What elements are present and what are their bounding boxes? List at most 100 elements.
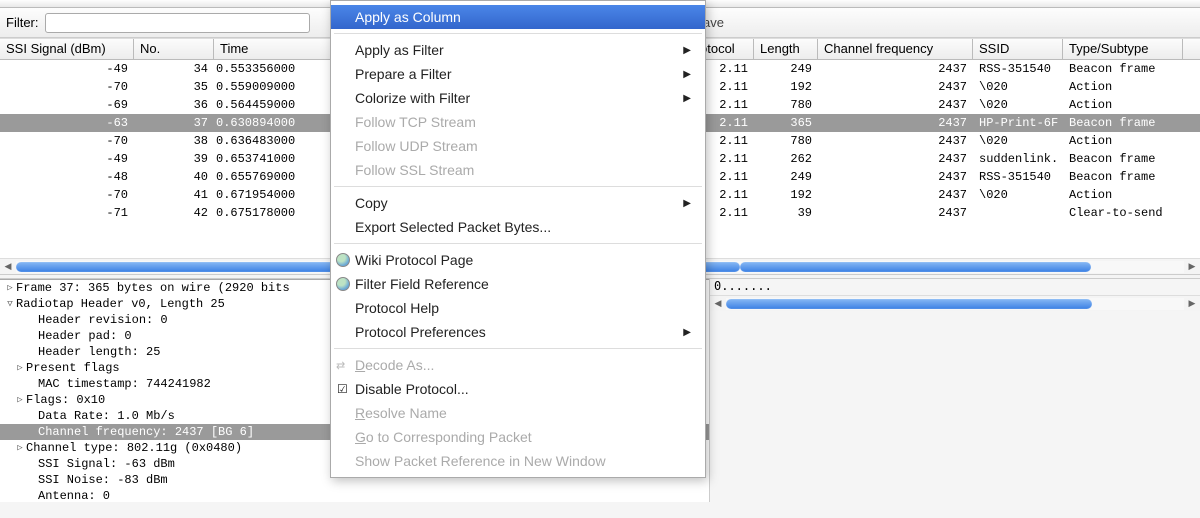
filter-input[interactable] [45, 13, 310, 33]
scroll-track[interactable] [726, 298, 1184, 310]
menu-export-selected-packet-bytes[interactable]: Export Selected Packet Bytes... [331, 215, 705, 239]
cell-no: 36 [134, 98, 214, 112]
scroll-right-arrow-icon[interactable]: ▶ [1184, 297, 1200, 311]
col-header-type-subtype[interactable]: Type/Subtype [1063, 39, 1183, 59]
cell-ssi: -63 [0, 116, 134, 130]
menu-separator [334, 348, 702, 349]
menu-label: Follow SSL Stream [355, 162, 474, 178]
menu-follow-udp-stream: Follow UDP Stream [331, 134, 705, 158]
bytes-row: 0....... [710, 279, 1200, 293]
cell-ssi: -48 [0, 170, 134, 184]
decode-icon: ⇄ [336, 359, 345, 372]
tree-expand-icon[interactable]: ▷ [14, 395, 26, 405]
menu-label: Filter Field Reference [355, 276, 489, 292]
menu-wiki-protocol-page[interactable]: Wiki Protocol Page [331, 248, 705, 272]
menu-go-to-corresponding-packet: Go to Corresponding Packet [331, 425, 705, 449]
tree-text: Header pad: 0 [38, 329, 132, 343]
globe-icon [336, 253, 350, 267]
cell-type-subtype: Beacon frame [1063, 62, 1183, 76]
cell-ssid: HP-Print-6F [973, 116, 1063, 130]
cell-no: 42 [134, 206, 214, 220]
context-menu: Apply as Column Apply as Filter ▶ Prepar… [330, 0, 706, 478]
tree-text: Header revision: 0 [38, 313, 168, 327]
tree-expand-icon[interactable]: ▷ [14, 443, 26, 453]
tree-expand-icon[interactable]: ▽ [4, 299, 16, 309]
cell-no: 39 [134, 152, 214, 166]
submenu-arrow-icon: ▶ [683, 45, 691, 56]
filter-save-label[interactable]: Save [694, 15, 1194, 30]
cell-ssid: RSS-351540 [973, 62, 1063, 76]
menu-prepare-a-filter[interactable]: Prepare a Filter ▶ [331, 62, 705, 86]
tree-text: Frame 37: 365 bytes on wire (2920 bits [16, 281, 290, 295]
cell-ssid: \020 [973, 188, 1063, 202]
menu-copy[interactable]: Copy ▶ [331, 191, 705, 215]
menu-label: Colorize with Filter [355, 90, 470, 106]
scroll-thumb[interactable] [726, 299, 1092, 309]
cell-channel-frequency: 2437 [818, 116, 973, 130]
cell-time: 0.559009000 [214, 80, 334, 94]
cell-no: 41 [134, 188, 214, 202]
tree-text: SSI Signal: -63 dBm [38, 457, 175, 471]
cell-channel-frequency: 2437 [818, 80, 973, 94]
cell-type-subtype: Beacon frame [1063, 116, 1183, 130]
menu-apply-as-filter[interactable]: Apply as Filter ▶ [331, 38, 705, 62]
cell-length: 192 [754, 188, 818, 202]
cell-type-subtype: Beacon frame [1063, 152, 1183, 166]
cell-length: 365 [754, 116, 818, 130]
menu-decode-as: ⇄ Decode As... [331, 353, 705, 377]
menu-apply-as-column[interactable]: Apply as Column [331, 5, 705, 29]
tree-row[interactable]: Antenna: 0 [0, 488, 709, 502]
cell-length: 192 [754, 80, 818, 94]
tree-expand-icon[interactable]: ▷ [4, 283, 16, 293]
scroll-thumb-secondary[interactable] [740, 262, 1090, 272]
cell-length: 262 [754, 152, 818, 166]
scroll-left-arrow-icon[interactable]: ◀ [0, 260, 16, 274]
scroll-left-arrow-icon[interactable]: ◀ [710, 297, 726, 311]
cell-length: 39 [754, 206, 818, 220]
submenu-arrow-icon: ▶ [683, 198, 691, 209]
packet-bytes-pane[interactable]: 0....... ◀ ▶ [709, 279, 1200, 502]
cell-ssid: \020 [973, 98, 1063, 112]
menu-protocol-help[interactable]: Protocol Help [331, 296, 705, 320]
cell-ssi: -70 [0, 188, 134, 202]
tree-text: Data Rate: 1.0 Mb/s [38, 409, 175, 423]
cell-type-subtype: Beacon frame [1063, 170, 1183, 184]
menu-colorize-with-filter[interactable]: Colorize with Filter ▶ [331, 86, 705, 110]
cell-no: 34 [134, 62, 214, 76]
tree-text: SSI Noise: -83 dBm [38, 473, 168, 487]
menu-label: Protocol Help [355, 300, 439, 316]
col-header-time[interactable]: Time [214, 39, 334, 59]
menu-follow-tcp-stream: Follow TCP Stream [331, 110, 705, 134]
cell-no: 38 [134, 134, 214, 148]
menu-protocol-preferences[interactable]: Protocol Preferences ▶ [331, 320, 705, 344]
submenu-arrow-icon: ▶ [683, 327, 691, 338]
col-header-ssi[interactable]: SSI Signal (dBm) [0, 39, 134, 59]
cell-channel-frequency: 2437 [818, 170, 973, 184]
cell-ssid: RSS-351540 [973, 170, 1063, 184]
menu-disable-protocol[interactable]: ☑ Disable Protocol... [331, 377, 705, 401]
tree-text: MAC timestamp: 744241982 [38, 377, 211, 391]
menu-label: Prepare a Filter [355, 66, 451, 82]
cell-length: 780 [754, 134, 818, 148]
menu-label: Apply as Filter [355, 42, 444, 58]
menu-separator [334, 33, 702, 34]
tree-expand-icon[interactable]: ▷ [14, 363, 26, 373]
checkbox-icon: ☑ [337, 382, 348, 396]
col-header-channel-frequency[interactable]: Channel frequency [818, 39, 973, 59]
bytes-hscroll[interactable]: ◀ ▶ [710, 295, 1200, 311]
col-header-no[interactable]: No. [134, 39, 214, 59]
cell-channel-frequency: 2437 [818, 62, 973, 76]
col-header-ssid[interactable]: SSID [973, 39, 1063, 59]
menu-label: Protocol Preferences [355, 324, 486, 340]
cell-ssi: -70 [0, 80, 134, 94]
cell-length: 780 [754, 98, 818, 112]
menu-label: Show Packet Reference in New Window [355, 453, 606, 469]
col-header-length[interactable]: Length [754, 39, 818, 59]
menu-label: Follow UDP Stream [355, 138, 478, 154]
scroll-right-arrow-icon[interactable]: ▶ [1184, 260, 1200, 274]
menu-filter-field-reference[interactable]: Filter Field Reference [331, 272, 705, 296]
menu-label: Go to Corresponding Packet [355, 429, 532, 445]
cell-ssid: \020 [973, 80, 1063, 94]
tree-text: Channel frequency: 2437 [BG 6] [38, 425, 254, 439]
cell-length: 249 [754, 170, 818, 184]
